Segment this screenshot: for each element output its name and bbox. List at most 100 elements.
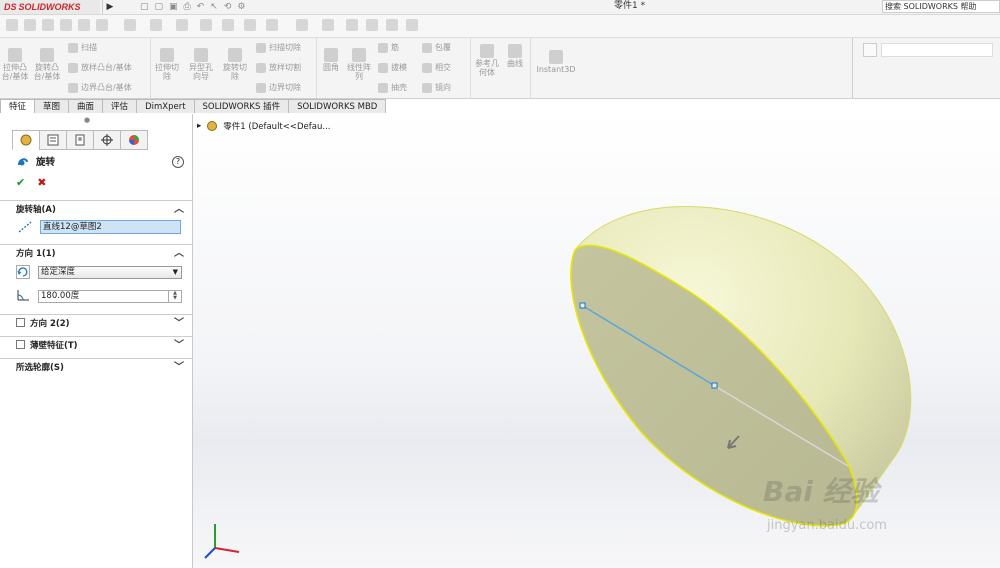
- rib-button[interactable]: 筋: [378, 42, 399, 53]
- tab-dimxpert[interactable]: DimXpert: [136, 99, 195, 113]
- cancel-button[interactable]: ✖: [37, 176, 46, 189]
- tab-features[interactable]: 特征: [0, 99, 36, 113]
- angle-icon: [17, 290, 29, 301]
- brand-prefix: DS: [4, 2, 17, 12]
- direction2-checkbox[interactable]: [16, 318, 25, 327]
- angle-input[interactable]: 180.00度 ▲ ▼: [38, 290, 182, 303]
- expand-chevron-icon[interactable]: ﹀: [174, 337, 184, 355]
- tool-icon[interactable]: [266, 19, 278, 31]
- quick-access-toolbar: ▢ ▢ ▣ ⎙ ↶ ↖ ⟲ ⚙: [140, 0, 245, 14]
- tool-icon[interactable]: [96, 19, 108, 31]
- rebuild-icon[interactable]: ⟲: [224, 2, 232, 12]
- angle-spinner[interactable]: ▲ ▼: [168, 291, 181, 302]
- intersect-icon: [422, 62, 432, 73]
- tool-icon[interactable]: [150, 19, 162, 31]
- tool-icon[interactable]: [42, 19, 54, 31]
- axis-endpoint-handle[interactable]: [579, 302, 586, 309]
- intersect-button[interactable]: 相交: [422, 62, 451, 73]
- tool-icon[interactable]: [222, 19, 234, 31]
- tab-dimxpert-manager[interactable]: [93, 130, 121, 150]
- undo-icon[interactable]: ↶: [197, 2, 205, 12]
- fillet-button[interactable]: 圆角: [318, 48, 344, 72]
- tool-icon[interactable]: [346, 19, 358, 31]
- solidworks-logo[interactable]: DS SOLIDWORKS: [0, 0, 100, 14]
- tool-icon[interactable]: [386, 19, 398, 31]
- tab-addins[interactable]: SOLIDWORKS 插件: [193, 99, 290, 113]
- tool-icon[interactable]: [296, 19, 308, 31]
- sweep-cut-button[interactable]: 扫描切除: [256, 42, 301, 53]
- thin-feature-checkbox[interactable]: [16, 340, 25, 349]
- revolve-cut-button[interactable]: 旋转切除: [220, 48, 250, 81]
- tab-configuration-manager[interactable]: [66, 130, 94, 150]
- tool-icon[interactable]: [78, 19, 90, 31]
- tool-icon[interactable]: [6, 19, 18, 31]
- graphics-area[interactable]: ▸ 零件1 (Default<<Defau... ▼ ▼: [193, 114, 1000, 568]
- axis-midpoint-handle[interactable]: [711, 382, 718, 389]
- tab-feature-manager[interactable]: [12, 130, 40, 150]
- help-search-input[interactable]: 搜索 SOLIDWORKS 帮助: [882, 0, 1000, 13]
- tab-display-manager[interactable]: [120, 130, 148, 150]
- panel-tabs: [12, 130, 148, 150]
- tab-sketch[interactable]: 草图: [34, 99, 70, 113]
- boundary-cut-button[interactable]: 边界切除: [256, 82, 301, 93]
- tool-icon[interactable]: [24, 19, 36, 31]
- axis-selection-field[interactable]: 直线12@草图2: [40, 220, 181, 234]
- instant3d-button[interactable]: Instant3D: [534, 50, 578, 74]
- print-icon[interactable]: ⎙: [184, 2, 191, 12]
- hole-wizard-button[interactable]: 异型孔向导: [186, 48, 216, 81]
- tab-mbd[interactable]: SOLIDWORKS MBD: [288, 99, 387, 113]
- search-commands-box: [852, 38, 1000, 98]
- loft-cut-button[interactable]: 放样切割: [256, 62, 301, 73]
- end-condition-select[interactable]: 给定深度 ▼: [38, 266, 182, 279]
- direction1-section-header[interactable]: 方向 1(1) ︿: [0, 245, 192, 263]
- revolve-boss-button[interactable]: 旋转凸台/基体: [30, 48, 64, 81]
- reference-triad-icon[interactable]: [201, 520, 245, 562]
- loft-cut-icon: [256, 62, 266, 73]
- select-icon[interactable]: ↖: [210, 2, 218, 12]
- thin-feature-section-header[interactable]: 薄壁特征(T) ﹀: [0, 337, 192, 355]
- direction2-section-header[interactable]: 方向 2(2) ﹀: [0, 315, 192, 333]
- save-icon[interactable]: ▣: [169, 2, 178, 12]
- wrap-button[interactable]: 包覆: [422, 42, 451, 53]
- menu-expand-arrow-icon[interactable]: ▶: [102, 0, 117, 14]
- tab-surfaces[interactable]: 曲面: [68, 99, 104, 113]
- search-commands-icon[interactable]: [863, 43, 877, 57]
- axis-section-header[interactable]: 旋转轴(A) ︿: [0, 201, 192, 219]
- tool-icon[interactable]: [366, 19, 378, 31]
- tool-icon[interactable]: [124, 19, 136, 31]
- reference-geometry-button[interactable]: 参考几何体: [472, 44, 502, 77]
- draft-button[interactable]: 拔模: [378, 62, 407, 73]
- loft-button[interactable]: 放样凸台/基体: [68, 62, 132, 73]
- curves-button[interactable]: 曲线: [502, 44, 528, 68]
- tool-icon[interactable]: [60, 19, 72, 31]
- collapse-chevron-icon[interactable]: ︿: [174, 245, 184, 263]
- panel-grip-icon[interactable]: ●: [84, 116, 90, 124]
- extrude-boss-button[interactable]: 拉伸凸台/基体: [0, 48, 30, 81]
- expand-chevron-icon[interactable]: ﹀: [174, 359, 184, 377]
- tool-icon[interactable]: [406, 19, 418, 31]
- sweep-button[interactable]: 扫描: [68, 42, 97, 53]
- tool-icon[interactable]: [176, 19, 188, 31]
- mirror-button[interactable]: 镜向: [422, 82, 451, 93]
- tab-property-manager[interactable]: [39, 130, 67, 150]
- extrude-cut-button[interactable]: 拉伸切除: [152, 48, 182, 81]
- boundary-boss-button[interactable]: 边界凸台/基体: [68, 82, 132, 93]
- linear-pattern-button[interactable]: 线性阵列: [344, 48, 374, 81]
- help-icon[interactable]: ?: [172, 156, 184, 168]
- collapse-chevron-icon[interactable]: ︿: [174, 201, 184, 219]
- search-commands-input[interactable]: [881, 43, 993, 57]
- tab-evaluate[interactable]: 评估: [102, 99, 138, 113]
- shell-button[interactable]: 抽壳: [378, 82, 407, 93]
- options-icon[interactable]: ⚙: [237, 2, 245, 12]
- tool-icon[interactable]: [322, 19, 334, 31]
- new-icon[interactable]: ▢: [140, 2, 149, 12]
- open-icon[interactable]: ▢: [155, 2, 164, 12]
- selected-contours-section-header[interactable]: 所选轮廓(S) ﹀: [0, 359, 192, 377]
- tool-icon[interactable]: [244, 19, 256, 31]
- reverse-direction-icon[interactable]: [16, 265, 30, 279]
- draft-icon: [378, 62, 388, 73]
- ok-button[interactable]: ✔: [16, 176, 25, 189]
- loft-icon: [68, 62, 78, 73]
- expand-chevron-icon[interactable]: ﹀: [174, 315, 184, 333]
- tool-icon[interactable]: [200, 19, 212, 31]
